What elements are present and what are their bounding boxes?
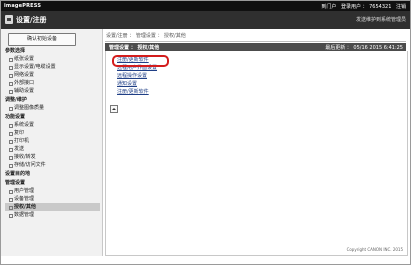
sidebar-item-system[interactable]: 系统设置 [5,121,100,129]
section-title: 管理设置 ： 授权/其他 [109,45,160,51]
login-user-label: 登录用户 ： 7654321 [340,4,392,10]
device-status-button[interactable]: 确认初始设备 [8,33,76,46]
sidebar-item-receive[interactable]: 接收/转发 [5,153,100,161]
sidebar-section-preferences[interactable]: 参数选择 [5,47,100,55]
sidebar-item-accessibility[interactable]: 辅助设置 [5,87,100,95]
sidebar-item-display[interactable]: 显示设置/电缆设置 [5,63,100,71]
sidebar-item-copy[interactable]: 复印 [5,129,100,137]
sidebar-item-paper[interactable]: 纸张设置 [5,55,100,63]
remote-operation-link[interactable]: 远程操作设置 [117,72,157,80]
top-bar: imagePRESS 到门户 登录用户 ： 7654321 注销 [1,1,410,11]
sidebar-item-printer[interactable]: 打印机 [5,137,100,145]
sidebar-section-function[interactable]: 功能设置 [5,113,100,121]
main-content: 设置/注册 ： 管理设置 ： 授权/其他 管理设置 ： 授权/其他 最后更新 ：… [105,29,408,256]
notification-link[interactable]: 通知设置 [117,80,157,88]
sidebar-section-destination[interactable]: 设置目的地 [5,170,100,178]
content-divider [105,41,406,42]
application-window: imagePRESS 到门户 登录用户 ： 7654321 注销 设置/注册 发… [0,0,411,265]
sidebar-section-adjustment[interactable]: 调整/维护 [5,96,100,104]
sidebar-item-license[interactable]: 授权/其他 [5,203,100,211]
sidebar-item-device-management[interactable]: 设备管理 [5,195,100,203]
breadcrumb: 设置/注册 ： 管理设置 ： 授权/其他 [106,33,186,39]
sidebar-item-network[interactable]: 网络设置 [5,71,100,79]
sidebar-menu: 参数选择 纸张设置 显示设置/电缆设置 网络设置 外部接口 辅助设置 调整/维护… [5,46,100,219]
settings-links: 注册/更新软件 远程用户界面设置 远程操作设置 通知设置 注册/更新软件 [112,55,169,96]
send-mail-link[interactable]: 发送维护到系统管理员 [356,16,406,23]
page-title: 设置/注册 [16,16,47,24]
sidebar-section-management[interactable]: 管理设置 [5,179,100,187]
sidebar-item-user-management[interactable]: 用户管理 [5,187,100,195]
copyright: Copyright CANON INC. 2015 [346,247,403,252]
settings-panel: 注册/更新软件 远程用户界面设置 远程操作设置 通知设置 注册/更新软件 Cop… [105,51,408,256]
sidebar-item-interface[interactable]: 外部接口 [5,79,100,87]
home-icon [5,15,13,24]
update-software-link[interactable]: 注册/更新软件 [117,88,157,96]
sidebar-item-send[interactable]: 发送 [5,145,100,153]
sidebar: 确认初始设备 参数选择 纸张设置 显示设置/电缆设置 网络设置 外部接口 辅助设… [1,29,103,256]
section-header: 管理设置 ： 授权/其他 最后更新 ： 05/16 2015 6:41:25 [105,43,406,51]
page-header: 设置/注册 发送维护到系统管理员 [1,11,410,29]
sidebar-item-image-quality[interactable]: 调整图像质量 [5,104,100,112]
product-logo: imagePRESS [4,3,42,9]
portal-link[interactable]: 到门户 [321,4,336,10]
up-arrow-button[interactable] [110,105,118,113]
last-updated: 最后更新 ： 05/16 2015 6:41:25 [325,45,403,51]
logout-link[interactable]: 注销 [396,4,406,10]
sidebar-item-data-management[interactable]: 数据管理 [5,211,100,219]
selected-link-highlight [112,55,169,67]
sidebar-item-files[interactable]: 存储/访问文件 [5,161,100,169]
top-links: 到门户 登录用户 ： 7654321 注销 [318,3,406,10]
